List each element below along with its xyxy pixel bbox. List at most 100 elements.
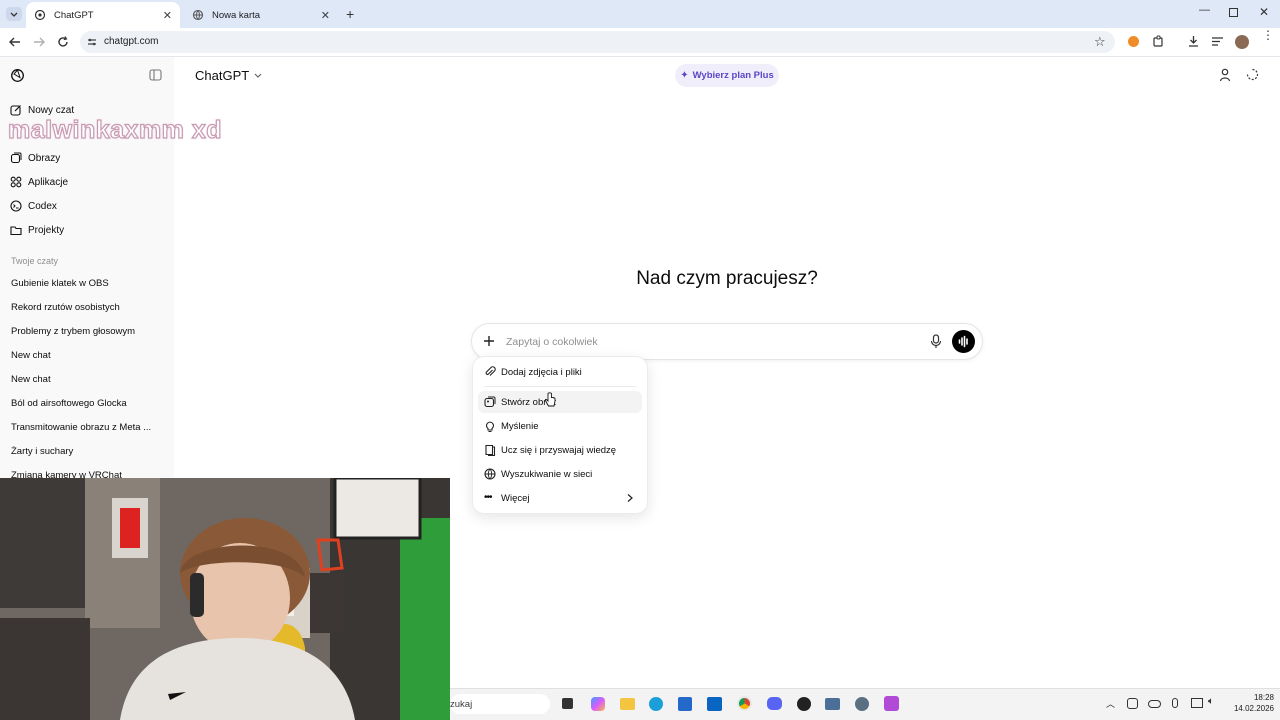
restore-icon[interactable] (1229, 8, 1238, 17)
address-bar[interactable] (80, 31, 1115, 53)
voice-mode-button[interactable] (952, 330, 975, 353)
upgrade-plus-button[interactable]: ✦ Wybierz plan Plus (675, 64, 779, 87)
image-create-icon (484, 396, 496, 408)
menu-item-web-search[interactable]: Wyszukiwanie w sieci (478, 463, 642, 485)
webcam-picture (0, 478, 450, 720)
menu-item-study[interactable]: Ucz się i przyswajaj wiedzę (478, 439, 642, 461)
obs-icon[interactable] (797, 697, 811, 711)
sidebar-item-images[interactable]: Obrazy (10, 148, 60, 168)
cloud-icon[interactable] (1148, 700, 1161, 708)
openai-logo-icon[interactable] (10, 68, 25, 83)
outlook-icon[interactable] (707, 697, 722, 711)
chats-section-label: Twoje czaty (11, 256, 59, 266)
temporary-chat-icon[interactable] (1246, 68, 1259, 81)
sidebar-item-label: Projekty (28, 224, 65, 236)
book-icon (485, 444, 496, 456)
sidebar-toggle-icon[interactable] (149, 69, 162, 81)
chat-list-item[interactable]: Żarty i suchary (11, 446, 73, 457)
copilot-icon[interactable] (591, 697, 605, 711)
edit-icon (10, 105, 21, 116)
chevron-down-icon (10, 12, 18, 17)
edge-icon[interactable] (649, 697, 663, 711)
microphone-icon[interactable] (930, 334, 942, 349)
tab-list-button[interactable] (6, 7, 22, 21)
store-icon[interactable] (678, 697, 692, 711)
menu-item-label: Więcej (501, 492, 530, 504)
taskbar-search[interactable]: zukaj (450, 694, 550, 714)
profile-avatar[interactable] (1235, 35, 1249, 49)
sidebar-item-codex[interactable]: Codex (10, 196, 57, 216)
upgrade-plus-label: Wybierz plan Plus (692, 70, 774, 81)
close-tab-icon[interactable]: ✕ (321, 9, 330, 22)
chevron-right-icon (627, 494, 633, 502)
menu-item-label: Myślenie (501, 420, 539, 432)
menu-item-more[interactable]: ••• Więcej (478, 487, 642, 509)
menu-item-thinking[interactable]: Myślenie (478, 415, 642, 437)
taskbar-search-text: zukaj (450, 698, 473, 710)
prompt-input[interactable] (506, 334, 906, 349)
page-headline: Nad czym pracujesz? (636, 268, 818, 289)
sidebar-item-label: Codex (28, 200, 57, 212)
hand-cursor-icon (544, 392, 556, 407)
plus-icon[interactable] (482, 334, 496, 348)
screen-recorder-icon[interactable] (884, 696, 899, 711)
stream-overlay-text: malwinkaxmm xd (7, 115, 223, 144)
chat-list-item[interactable]: Problemy z trybem głosowym (11, 326, 135, 337)
speaker-icon[interactable]: 🔈︎ (1208, 696, 1214, 707)
menu-item-create-image[interactable]: Stwórz obraz (478, 391, 642, 413)
chat-list-item[interactable]: Transmitowanie obrazu z Meta ... (11, 422, 151, 433)
sidebar-item-projects[interactable]: Projekty (10, 220, 64, 240)
browser-menu-icon[interactable]: ⋮ (1262, 29, 1274, 41)
chevron-down-icon (254, 73, 262, 78)
discord-icon[interactable] (767, 697, 782, 710)
chat-list-item[interactable]: New chat (11, 350, 51, 361)
microphone-tray-icon[interactable] (1172, 698, 1178, 708)
tab-title: ChatGPT (54, 9, 94, 21)
settings-gear-icon[interactable] (855, 697, 869, 711)
webcam-overlay (0, 478, 450, 720)
sidebar-item-label: Nowy czat (28, 104, 75, 116)
extension-icon[interactable] (1128, 36, 1139, 47)
bookmark-star-icon[interactable]: ☆ (1094, 34, 1106, 50)
images-icon (10, 152, 22, 164)
reload-icon[interactable] (56, 35, 70, 49)
codex-icon (10, 200, 22, 212)
back-arrow-icon[interactable] (8, 36, 22, 48)
tab-title: Nowa karta (212, 9, 261, 21)
taskbar-clock[interactable]: 18:28 14.02.2026 (1222, 692, 1274, 714)
tray-chevron-up-icon[interactable]: ︿ (1106, 697, 1115, 710)
model-selector[interactable]: ChatGPT (195, 68, 263, 83)
puzzle-extensions-icon[interactable] (1152, 35, 1165, 48)
clock-date: 14.02.2026 (1233, 704, 1274, 713)
chat-list-item[interactable]: Rekord rzutów osobistych (11, 302, 120, 313)
sidebar-item-apps[interactable]: Aplikacje (10, 172, 68, 192)
download-icon[interactable] (1187, 35, 1200, 48)
new-tab-button[interactable]: + (346, 6, 354, 22)
chat-list-item[interactable]: New chat (11, 374, 51, 385)
more-icon: ••• (484, 492, 493, 503)
tray-app-icon[interactable] (1127, 698, 1138, 709)
menu-divider (484, 386, 636, 387)
tab-new-tab[interactable]: Nowa karta ✕ (184, 2, 338, 28)
task-view-icon[interactable] (562, 698, 573, 709)
chrome-icon[interactable] (737, 696, 752, 711)
model-title: ChatGPT (195, 68, 250, 83)
site-info-icon[interactable] (87, 37, 97, 47)
chat-list-item[interactable]: Ból od airsoftowego Glocka (11, 398, 127, 409)
add-person-icon[interactable] (1219, 68, 1232, 82)
display-icon[interactable] (1191, 698, 1203, 708)
close-window-icon[interactable]: ✕ (1259, 5, 1269, 19)
globe-favicon-icon (192, 9, 204, 21)
minimize-icon[interactable]: — (1199, 4, 1210, 16)
close-tab-icon[interactable]: ✕ (163, 9, 172, 22)
reading-list-icon[interactable] (1211, 36, 1224, 47)
globe-icon (484, 468, 496, 480)
tab-chatgpt[interactable]: ChatGPT ✕ (26, 2, 180, 28)
camera-app-icon[interactable] (825, 698, 840, 710)
apps-icon (10, 176, 22, 188)
file-explorer-icon[interactable] (620, 698, 635, 710)
chat-list-item[interactable]: Gubienie klatek w OBS (11, 278, 109, 289)
menu-item-add-files[interactable]: Dodaj zdjęcia i pliki (478, 361, 642, 383)
menu-item-label: Wyszukiwanie w sieci (501, 468, 593, 480)
forward-arrow-icon[interactable] (32, 36, 46, 48)
